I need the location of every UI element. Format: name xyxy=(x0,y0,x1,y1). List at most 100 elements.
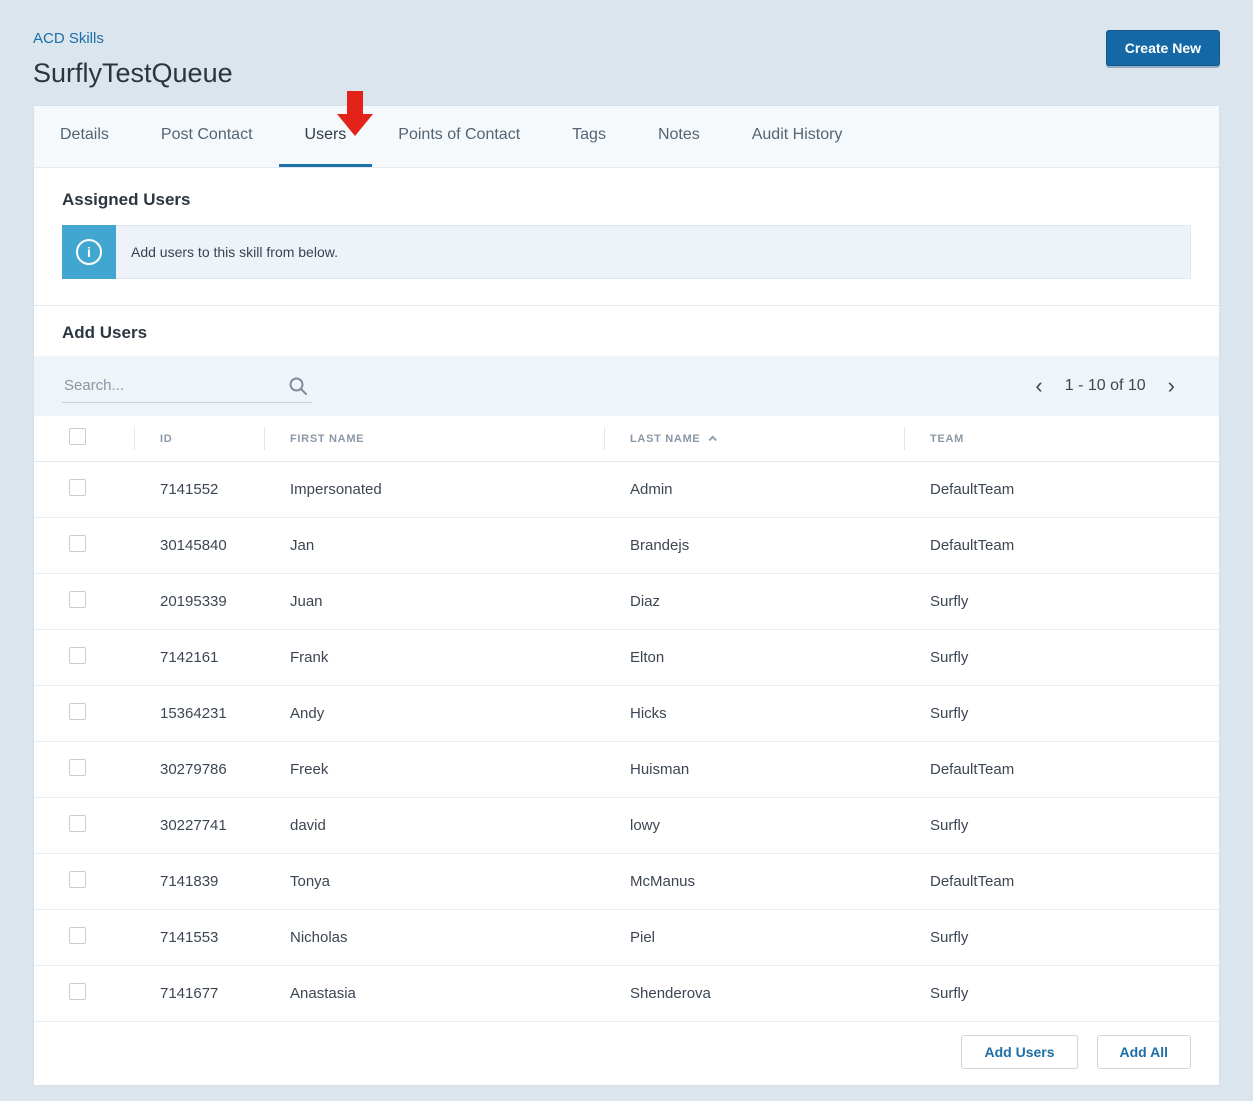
cell-id: 7141552 xyxy=(134,481,264,498)
table-row[interactable]: 7141552 Impersonated Admin DefaultTeam xyxy=(34,462,1219,518)
row-checkbox[interactable] xyxy=(69,703,86,720)
cell-last-name: Elton xyxy=(604,649,904,666)
info-icon-glyph: i xyxy=(76,239,102,265)
column-header-first-name[interactable]: FIRST NAME xyxy=(264,416,604,461)
column-header-team[interactable]: TEAM xyxy=(904,416,1219,461)
table-row[interactable]: 20195339 Juan Diaz Surfly xyxy=(34,574,1219,630)
cell-first-name: Juan xyxy=(264,593,604,610)
cell-last-name: lowy xyxy=(604,817,904,834)
cell-team: DefaultTeam xyxy=(904,481,1219,498)
cell-last-name: Admin xyxy=(604,481,904,498)
table-row[interactable]: 7141677 Anastasia Shenderova Surfly xyxy=(34,966,1219,1022)
cell-first-name: Andy xyxy=(264,705,604,722)
row-checkbox[interactable] xyxy=(69,591,86,608)
column-header-id[interactable]: ID xyxy=(134,416,264,461)
cell-first-name: Freek xyxy=(264,761,604,778)
column-header-last-name[interactable]: LAST NAME xyxy=(604,416,904,461)
column-header-last-name-label: LAST NAME xyxy=(630,433,700,445)
cell-team: Surfly xyxy=(904,817,1219,834)
table-row[interactable]: 30145840 Jan Brandejs DefaultTeam xyxy=(34,518,1219,574)
cell-team: DefaultTeam xyxy=(904,761,1219,778)
select-all-checkbox[interactable] xyxy=(69,428,86,445)
info-banner-text: Add users to this skill from below. xyxy=(116,225,1191,279)
cell-id: 30227741 xyxy=(134,817,264,834)
row-checkbox[interactable] xyxy=(69,759,86,776)
add-users-button[interactable]: Add Users xyxy=(961,1035,1077,1069)
cell-last-name: Hicks xyxy=(604,705,904,722)
select-all-cell xyxy=(34,428,134,450)
row-checkbox[interactable] xyxy=(69,927,86,944)
cell-team: Surfly xyxy=(904,705,1219,722)
table-header: ID FIRST NAME LAST NAME TEAM xyxy=(34,416,1219,462)
row-checkbox[interactable] xyxy=(69,479,86,496)
tab-details[interactable]: Details xyxy=(34,106,135,167)
cell-id: 7141553 xyxy=(134,929,264,946)
tab-tags[interactable]: Tags xyxy=(546,106,632,167)
cell-team: Surfly xyxy=(904,593,1219,610)
cell-last-name: Piel xyxy=(604,929,904,946)
content-card: Details Post Contact Users Points of Con… xyxy=(33,105,1220,1086)
pagination: ‹ 1 - 10 of 10 › xyxy=(1035,375,1175,397)
add-users-heading: Add Users xyxy=(62,323,1191,343)
create-new-button[interactable]: Create New xyxy=(1106,30,1220,66)
row-checkbox[interactable] xyxy=(69,983,86,1000)
cell-first-name: david xyxy=(264,817,604,834)
row-checkbox[interactable] xyxy=(69,647,86,664)
cell-team: Surfly xyxy=(904,929,1219,946)
table-row[interactable]: 30227741 david lowy Surfly xyxy=(34,798,1219,854)
table-row[interactable]: 30279786 Freek Huisman DefaultTeam xyxy=(34,742,1219,798)
cell-team: DefaultTeam xyxy=(904,537,1219,554)
assigned-users-heading: Assigned Users xyxy=(62,190,1191,210)
cell-team: DefaultTeam xyxy=(904,873,1219,890)
cell-first-name: Jan xyxy=(264,537,604,554)
pagination-next-icon[interactable]: › xyxy=(1168,375,1175,397)
cell-first-name: Impersonated xyxy=(264,481,604,498)
cell-first-name: Nicholas xyxy=(264,929,604,946)
tab-bar: Details Post Contact Users Points of Con… xyxy=(34,106,1219,168)
page: ACD Skills SurflyTestQueue Create New De… xyxy=(0,0,1253,1086)
sort-ascending-icon xyxy=(709,435,717,443)
tab-points-of-contact[interactable]: Points of Contact xyxy=(372,106,546,167)
cell-id: 15364231 xyxy=(134,705,264,722)
cell-team: Surfly xyxy=(904,985,1219,1002)
table-row[interactable]: 7141553 Nicholas Piel Surfly xyxy=(34,910,1219,966)
table-row[interactable]: 7142161 Frank Elton Surfly xyxy=(34,630,1219,686)
cell-id: 7141839 xyxy=(134,873,264,890)
tab-post-contact[interactable]: Post Contact xyxy=(135,106,279,167)
cell-first-name: Tonya xyxy=(264,873,604,890)
add-users-section: Add Users xyxy=(34,306,1219,356)
info-icon: i xyxy=(62,225,116,279)
cell-first-name: Frank xyxy=(264,649,604,666)
cell-id: 7141677 xyxy=(134,985,264,1002)
annotation-arrow-icon xyxy=(337,91,373,136)
cell-last-name: Brandejs xyxy=(604,537,904,554)
row-checkbox[interactable] xyxy=(69,815,86,832)
table-row[interactable]: 7141839 Tonya McManus DefaultTeam xyxy=(34,854,1219,910)
cell-last-name: Shenderova xyxy=(604,985,904,1002)
cell-id: 30145840 xyxy=(134,537,264,554)
search-icon[interactable] xyxy=(288,376,308,396)
cell-last-name: McManus xyxy=(604,873,904,890)
cell-id: 7142161 xyxy=(134,649,264,666)
tab-notes[interactable]: Notes xyxy=(632,106,726,167)
pagination-range: 1 - 10 of 10 xyxy=(1065,377,1146,395)
pagination-prev-icon[interactable]: ‹ xyxy=(1035,375,1042,397)
page-header-left: ACD Skills SurflyTestQueue xyxy=(33,30,233,105)
search-input[interactable] xyxy=(62,369,312,402)
table-row[interactable]: 15364231 Andy Hicks Surfly xyxy=(34,686,1219,742)
info-banner: i Add users to this skill from below. xyxy=(62,225,1191,279)
cell-last-name: Diaz xyxy=(604,593,904,610)
cell-first-name: Anastasia xyxy=(264,985,604,1002)
cell-id: 20195339 xyxy=(134,593,264,610)
search-strip: ‹ 1 - 10 of 10 › xyxy=(34,356,1219,416)
add-all-button[interactable]: Add All xyxy=(1097,1035,1191,1069)
assigned-users-section: Assigned Users i Add users to this skill… xyxy=(34,168,1219,305)
cell-last-name: Huisman xyxy=(604,761,904,778)
cell-id: 30279786 xyxy=(134,761,264,778)
search-box xyxy=(62,369,312,403)
row-checkbox[interactable] xyxy=(69,535,86,552)
table-footer: Add Users Add All xyxy=(34,1022,1219,1085)
tab-audit-history[interactable]: Audit History xyxy=(726,106,869,167)
breadcrumb[interactable]: ACD Skills xyxy=(33,30,104,47)
row-checkbox[interactable] xyxy=(69,871,86,888)
